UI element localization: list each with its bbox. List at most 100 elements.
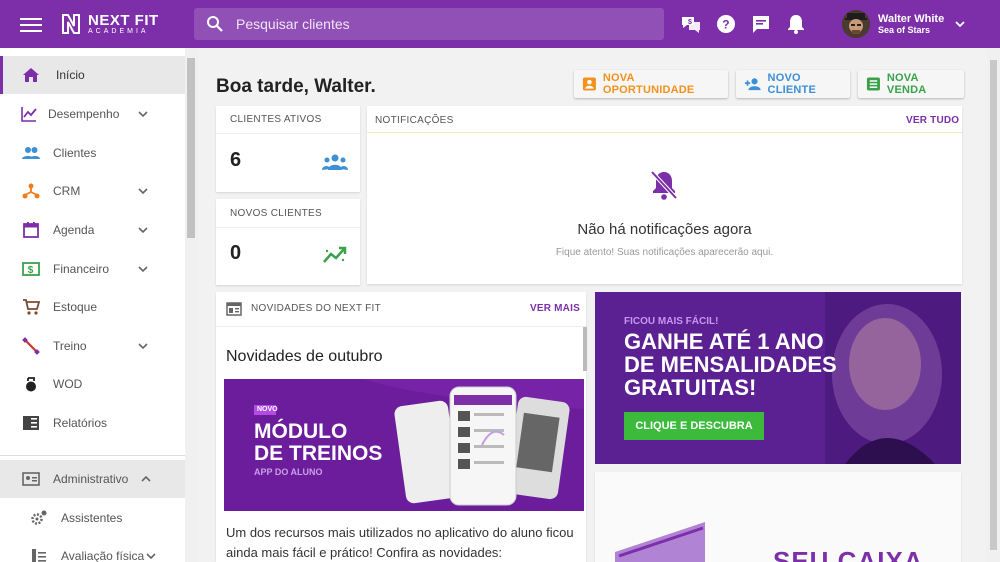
id-card-icon: [22, 472, 40, 486]
sidebar-item-financeiro[interactable]: $ Financeiro: [0, 250, 185, 288]
sidebar-item-desempenho[interactable]: Desempenho: [0, 95, 185, 133]
sidebar-item-agenda[interactable]: Agenda: [0, 211, 185, 249]
avatar: [842, 10, 870, 38]
svg-text:$: $: [688, 19, 692, 26]
banner-line-1: MÓDULO: [254, 420, 348, 443]
chevron-down-icon: [138, 111, 148, 118]
svg-text:?: ?: [722, 18, 729, 32]
new-sale-label: NOVA VENDA: [886, 72, 927, 96]
active-clients-value: 6: [230, 149, 242, 171]
reports-icon: [23, 416, 39, 430]
news-banner[interactable]: NOVO MÓDULO DE TREINOS APP DO ALUNO: [224, 379, 584, 511]
sidebar-item-label: Treino: [53, 339, 87, 353]
new-clients-label: NOVOS CLIENTES: [230, 208, 322, 219]
message-icon[interactable]: [750, 13, 772, 35]
sidebar-item-label: Início: [56, 68, 85, 82]
add-user-icon: [744, 78, 761, 91]
bell-icon[interactable]: [785, 13, 807, 35]
see-more-link[interactable]: VER MAIS: [530, 303, 580, 314]
chevron-down-icon: [955, 21, 965, 28]
sidebar-item-label: Relatórios: [53, 416, 108, 430]
sidebar-item-label: CRM: [53, 184, 81, 198]
sidebar-item-label: Administrativo: [53, 472, 129, 486]
new-opportunity-button[interactable]: NOVA OPORTUNIDADE: [574, 70, 728, 98]
logo-subtitle: ACADEMIA: [88, 28, 149, 35]
empty-notifications-title: Não há notificações agora: [577, 221, 752, 238]
sidebar-item-assistentes[interactable]: Assistentes: [0, 499, 185, 537]
page-scroll-thumb[interactable]: [990, 60, 997, 550]
logo-icon: [62, 14, 80, 34]
logo[interactable]: NEXT FIT ACADEMIA: [60, 12, 159, 36]
see-all-link[interactable]: VER TUDO: [906, 115, 959, 126]
chevron-up-icon: [141, 475, 151, 482]
page-greeting: Boa tarde, Walter.: [216, 76, 376, 97]
users-icon: [22, 147, 40, 159]
sidebar-item-relatorios[interactable]: Relatórios: [0, 404, 185, 442]
search-input[interactable]: [236, 16, 636, 32]
promo-banner-2[interactable]: SEU CAIXA: [595, 472, 961, 562]
sidebar-item-label: Clientes: [53, 146, 97, 160]
promo-line-3: GRATUITAS!: [624, 375, 757, 400]
sidebar-item-label: Agenda: [53, 223, 95, 237]
menu-icon[interactable]: [20, 14, 42, 34]
news-icon: [226, 302, 242, 316]
active-clients-card[interactable]: CLIENTES ATIVOS 6: [216, 106, 360, 192]
sidebar-item-label: Avaliação física: [61, 549, 145, 562]
top-bar: NEXT FIT ACADEMIA $ ?: [0, 0, 1000, 48]
sidebar-item-label: Desempenho: [48, 107, 120, 121]
promo-tag: FICOU MAIS FÁCIL!: [624, 316, 719, 327]
sidebar-item-estoque[interactable]: Estoque: [0, 288, 185, 326]
help-icon[interactable]: ?: [715, 13, 737, 35]
banner-line-3: APP DO ALUNO: [254, 467, 323, 477]
sidebar-item-label: Estoque: [53, 300, 98, 314]
gears-icon: [31, 510, 47, 525]
news-scroll-thumb[interactable]: [583, 327, 587, 371]
sidebar-item-label: WOD: [53, 377, 83, 391]
bell-off-icon: [650, 170, 678, 200]
search-bar[interactable]: [194, 8, 664, 40]
kettlebell-icon: [26, 377, 36, 392]
sidebar-item-clientes[interactable]: Clientes: [0, 134, 185, 172]
promo-line-2: DE MENSALIDADES: [624, 352, 837, 377]
new-clients-value: 0: [230, 242, 242, 264]
chevron-down-icon: [138, 266, 148, 273]
sidebar-item-treino[interactable]: Treino: [0, 327, 185, 365]
sidebar-item-inicio[interactable]: Início: [0, 56, 185, 94]
sidebar-item-avaliacao-fisica[interactable]: Avaliação física: [0, 537, 185, 562]
promo-line-1: GANHE ATÉ 1 ANO: [624, 329, 824, 354]
opportunity-icon: [582, 77, 596, 91]
trending-up-icon: [323, 246, 347, 263]
new-client-button[interactable]: NOVO CLIENTE: [736, 70, 850, 98]
news-header: NOVIDADES DO NEXT FIT: [251, 303, 382, 314]
chevron-down-icon: [138, 343, 148, 350]
svg-text:$: $: [28, 265, 34, 276]
new-clients-card[interactable]: NOVOS CLIENTES 0: [216, 199, 360, 285]
sidebar-item-crm[interactable]: CRM: [0, 172, 185, 210]
user-unit: Sea of Stars: [878, 25, 931, 36]
sidebar-item-administrativo[interactable]: Administrativo: [0, 460, 185, 498]
sidebar-item-label: Assistentes: [61, 511, 123, 525]
evaluation-icon: [32, 549, 46, 562]
sidebar-item-wod[interactable]: WOD: [0, 365, 185, 403]
chevron-down-icon: [146, 553, 156, 560]
sale-list-icon: [866, 77, 880, 91]
chat-money-icon[interactable]: $: [680, 13, 702, 35]
training-icon: [22, 337, 40, 355]
active-clients-label: CLIENTES ATIVOS: [230, 114, 322, 125]
notifications-card: NOTIFICAÇÕES VER TUDO Não há notificaçõe…: [367, 106, 962, 284]
new-sale-button[interactable]: NOVA VENDA: [858, 70, 964, 98]
group-icon: [322, 154, 348, 170]
news-title: Novidades de outubro: [226, 348, 383, 365]
discover-button[interactable]: CLIQUE E DESCUBRA: [624, 412, 764, 440]
chart-line-icon: [21, 107, 37, 122]
promo-banner[interactable]: FICOU MAIS FÁCIL! GANHE ATÉ 1 ANO DE MEN…: [595, 292, 961, 464]
user-menu[interactable]: Walter White Sea of Stars: [842, 10, 966, 38]
notifications-header: NOTIFICAÇÕES: [375, 115, 454, 126]
sidebar-scroll-thumb[interactable]: [187, 58, 195, 238]
empty-notifications-subtitle: Fique atento! Suas notificações aparecer…: [555, 247, 774, 258]
chevron-down-icon: [138, 227, 148, 234]
calendar-icon: [23, 222, 39, 238]
chevron-down-icon: [138, 188, 148, 195]
sidebar-divider: [0, 455, 185, 456]
crm-icon: [22, 183, 40, 199]
